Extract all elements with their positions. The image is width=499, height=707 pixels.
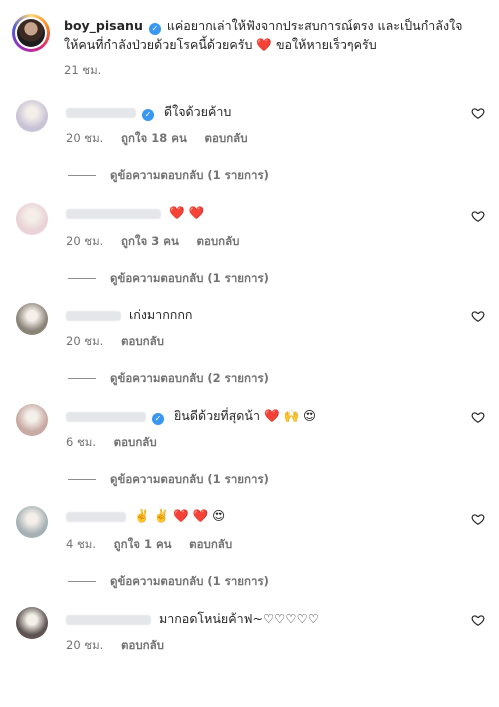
reply-button[interactable]: ตอบกลับ: [189, 537, 232, 551]
comment-meta: 20 ชม. ถูกใจ 3 คน ตอบกลับ: [66, 233, 254, 251]
commenter-avatar[interactable]: [16, 506, 48, 538]
comment-like-count[interactable]: ถูกใจ 18 คน: [121, 131, 187, 145]
comment-timestamp: 20 ชม.: [66, 234, 104, 248]
comment-meta: 20 ชม. ตอบกลับ: [66, 333, 178, 351]
caption-text: boy_pisanu ✓ แค่อยากเล่าให้ฟังจากประสบกา…: [64, 16, 474, 54]
comment-meta: 6 ชม. ตอบกลับ: [66, 434, 171, 452]
replies-divider: [68, 175, 96, 176]
reply-button[interactable]: ตอบกลับ: [205, 131, 248, 145]
reply-button[interactable]: ตอบกลับ: [114, 435, 157, 449]
caption-emoji: ❤️: [256, 37, 272, 52]
commenter-username-blurred[interactable]: [66, 411, 146, 422]
heart-outline-icon[interactable]: [471, 410, 485, 424]
comment-like-count[interactable]: ถูกใจ 3 คน: [121, 234, 179, 248]
caption-body-end: ขอให้หายเร็วๆครับ: [275, 37, 377, 52]
commenter-username-blurred[interactable]: [66, 208, 161, 219]
comment-item: ✓ ยินดีด้วยที่สุดน้า ❤️ 🙌 😍 6 ชม. ตอบกลั…: [0, 404, 499, 504]
heart-outline-icon[interactable]: [471, 309, 485, 323]
commenter-username-blurred[interactable]: [66, 614, 151, 625]
view-replies-button[interactable]: ดูข้อความตอบกลับ (2 รายการ): [68, 370, 269, 388]
comment-meta: 20 ชม. ถูกใจ 18 คน ตอบกลับ: [66, 130, 262, 148]
caption-timestamp: 21 ชม.: [64, 63, 102, 77]
comment-text: เก่งมากกกก: [128, 307, 193, 322]
reply-button[interactable]: ตอบกลับ: [197, 234, 240, 248]
author-username[interactable]: boy_pisanu: [64, 18, 143, 33]
comment-body: เก่งมากกกก: [66, 305, 459, 325]
verified-badge-icon: ✓: [141, 109, 154, 121]
view-replies-label: ดูข้อความตอบกลับ (2 รายการ): [110, 371, 269, 385]
view-replies-label: ดูข้อความตอบกลับ (1 รายการ): [110, 168, 269, 182]
comment-timestamp: 6 ชม.: [66, 435, 97, 449]
replies-divider: [68, 378, 96, 379]
comment-timestamp: 4 ชม.: [66, 537, 97, 551]
heart-outline-icon[interactable]: [471, 512, 485, 526]
author-avatar[interactable]: [12, 14, 50, 52]
commenter-avatar[interactable]: [16, 404, 48, 436]
comment-meta: 4 ชม. ถูกใจ 1 คน ตอบกลับ: [66, 536, 246, 554]
comment-text: มากอดโหน่ยค้าฟ~♡♡♡♡♡: [158, 611, 319, 626]
comment-item: เก่งมากกกก 20 ชม. ตอบกลับ ดูข้อความตอบกล…: [0, 303, 499, 403]
heart-outline-icon[interactable]: [471, 613, 485, 627]
comment-item: ✌️ ✌️ ❤️ ❤️ 😍 4 ชม. ถูกใจ 1 คน ตอบกลับ ด…: [0, 506, 499, 606]
commenter-avatar[interactable]: [16, 100, 48, 132]
view-replies-label: ดูข้อความตอบกลับ (1 รายการ): [110, 271, 269, 285]
replies-divider: [68, 278, 96, 279]
comment-text: ✌️ ✌️ ❤️ ❤️ 😍: [133, 508, 226, 523]
comment-body: ✓ ยินดีด้วยที่สุดน้า ❤️ 🙌 😍: [66, 406, 459, 426]
comment-timestamp: 20 ชม.: [66, 131, 104, 145]
comment-body: ✓ ดีใจด้วยค้าบ: [66, 102, 459, 122]
commenter-avatar[interactable]: [16, 303, 48, 335]
view-replies-button[interactable]: ดูข้อความตอบกลับ (1 รายการ): [68, 270, 269, 288]
comment-body: ✌️ ✌️ ❤️ ❤️ 😍: [66, 508, 459, 524]
heart-outline-icon[interactable]: [471, 106, 485, 120]
commenter-username-blurred[interactable]: [66, 511, 126, 522]
comment-meta: 20 ชม. ตอบกลับ: [66, 637, 178, 655]
comment-body: ❤️ ❤️: [66, 205, 459, 221]
replies-divider: [68, 479, 96, 480]
heart-outline-icon[interactable]: [471, 209, 485, 223]
comment-timestamp: 20 ชม.: [66, 334, 104, 348]
comment-timestamp: 20 ชม.: [66, 638, 104, 652]
verified-badge-icon: ✓: [148, 23, 161, 35]
comment-body: มากอดโหน่ยค้าฟ~♡♡♡♡♡: [66, 609, 459, 629]
comment-like-count[interactable]: ถูกใจ 1 คน: [114, 537, 172, 551]
commenter-avatar[interactable]: [16, 607, 48, 639]
view-replies-button[interactable]: ดูข้อความตอบกลับ (1 รายการ): [68, 573, 269, 591]
replies-divider: [68, 581, 96, 582]
view-replies-button[interactable]: ดูข้อความตอบกลับ (1 รายการ): [68, 167, 269, 185]
comment-item: ✓ ดีใจด้วยค้าบ 20 ชม. ถูกใจ 18 คน ตอบกลั…: [0, 100, 499, 200]
comment-text: ดีใจด้วยค้าบ: [163, 104, 232, 119]
comment-text: ❤️ ❤️: [168, 205, 205, 220]
comment-item: ❤️ ❤️ 20 ชม. ถูกใจ 3 คน ตอบกลับ ดูข้อควา…: [0, 203, 499, 303]
comment-text: ยินดีด้วยที่สุดน้า ❤️ 🙌 😍: [173, 408, 317, 423]
verified-badge-icon: ✓: [151, 413, 164, 425]
reply-button[interactable]: ตอบกลับ: [121, 334, 164, 348]
commenter-username-blurred[interactable]: [66, 310, 121, 321]
view-replies-label: ดูข้อความตอบกลับ (1 รายการ): [110, 574, 269, 588]
commenter-avatar[interactable]: [16, 203, 48, 235]
view-replies-button[interactable]: ดูข้อความตอบกลับ (1 รายการ): [68, 471, 269, 489]
view-replies-label: ดูข้อความตอบกลับ (1 รายการ): [110, 472, 269, 486]
reply-button[interactable]: ตอบกลับ: [121, 638, 164, 652]
commenter-username-blurred[interactable]: [66, 107, 136, 118]
comment-item: มากอดโหน่ยค้าฟ~♡♡♡♡♡ 20 ชม. ตอบกลับ: [0, 607, 499, 707]
